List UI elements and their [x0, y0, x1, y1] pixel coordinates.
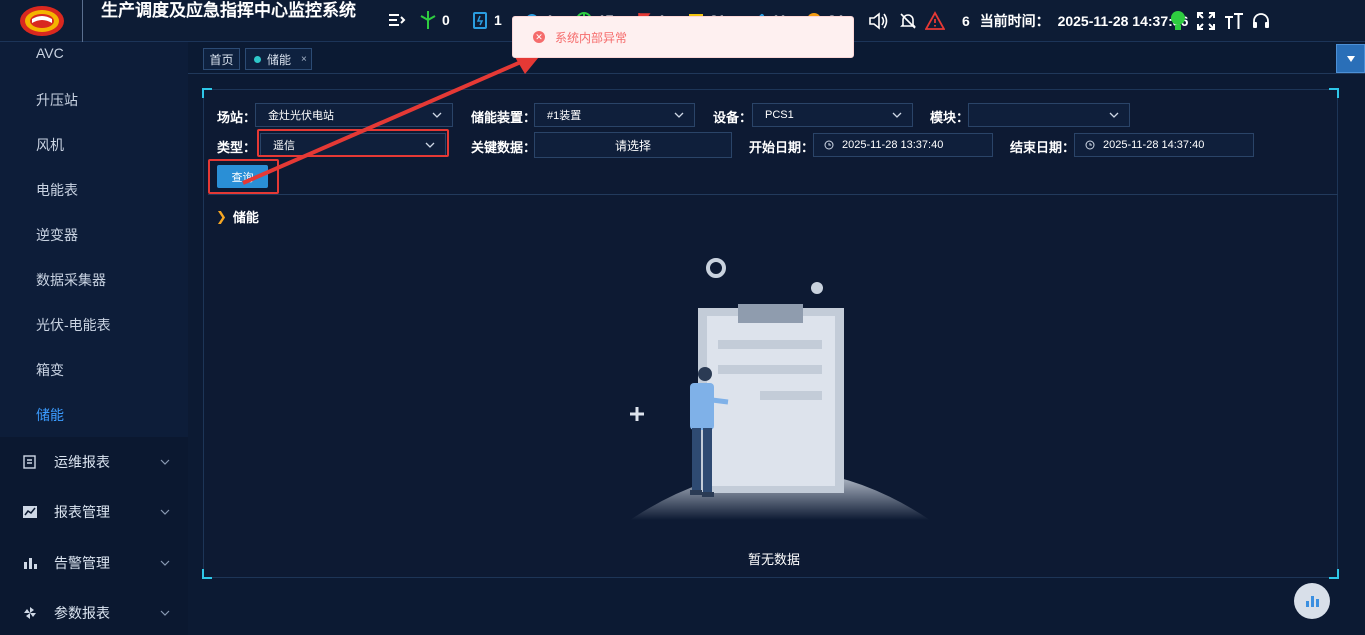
panel-corner — [1329, 88, 1339, 98]
section-title-text: 储能 — [232, 210, 259, 225]
empty-state-illustration — [630, 258, 930, 520]
clock-icon — [1085, 140, 1095, 150]
company-logo — [20, 6, 64, 36]
alarm-warning-icon[interactable] — [924, 10, 946, 32]
panel-corner — [1329, 569, 1339, 579]
sidebar-item-wind-turbine[interactable]: 风机 — [36, 135, 64, 155]
chevron-down-icon — [674, 112, 684, 118]
clock-icon — [824, 140, 834, 150]
font-size-icon[interactable] — [1223, 10, 1245, 32]
sidebar: AVC 升压站 风机 电能表 逆变器 数据采集器 光伏-电能表 箱变 储能 运维… — [0, 42, 188, 635]
section-title: ❯ 储能 — [216, 207, 259, 226]
sidebar-group-report-management[interactable]: 报表管理 — [0, 488, 188, 536]
query-highlight-box — [208, 159, 279, 194]
sidebar-item-pv-meter[interactable]: 光伏-电能表 — [36, 315, 111, 335]
sidebar-group-label: 告警管理 — [54, 555, 110, 571]
menu-list-icon — [389, 14, 406, 26]
document-icon — [23, 455, 36, 469]
sidebar-group-parameter-report[interactable]: 参数报表 — [0, 589, 188, 635]
divider — [208, 194, 1338, 195]
end-date-label: 结束日期： — [1010, 140, 1076, 155]
chevron-right-icon: ❯ — [216, 208, 227, 224]
fullscreen-icon[interactable] — [1195, 10, 1217, 32]
caret-down-icon — [1346, 55, 1355, 62]
storage-device-label: 储能装置： — [471, 110, 537, 125]
chevron-down-icon — [160, 610, 170, 616]
sidebar-item-energy-meter[interactable]: 电能表 — [36, 180, 78, 200]
battery-stat[interactable]: 1 — [470, 9, 502, 31]
sidebar-group-label: 报表管理 — [54, 504, 110, 520]
sidebar-item-avc[interactable]: AVC — [36, 45, 64, 61]
type-label: 类型： — [217, 140, 257, 155]
sidebar-group-label: 运维报表 — [54, 454, 110, 470]
end-date-picker[interactable]: 2025-11-28 14:37:40 — [1074, 133, 1254, 157]
current-time: 6 当前时间： 2025-11-28 14:37:36 — [962, 11, 1188, 31]
sidebar-group-alarm-management[interactable]: 告警管理 — [0, 539, 188, 587]
sidebar-item-data-collector[interactable]: 数据采集器 — [36, 270, 106, 290]
battery-count: 1 — [494, 12, 502, 28]
chevron-down-icon — [892, 112, 902, 118]
line-chart-icon — [23, 506, 37, 518]
tab-label: 储能 — [267, 52, 292, 67]
sidebar-item-energy-storage[interactable]: 储能 — [36, 405, 64, 425]
key-data-value: 请选择 — [614, 138, 651, 153]
end-date-value: 2025-11-28 14:37:40 — [1103, 139, 1205, 151]
device-value: PCS1 — [765, 109, 794, 121]
volume-icon[interactable] — [867, 10, 889, 32]
panel-corner — [202, 88, 212, 98]
chevron-down-icon — [160, 560, 170, 566]
type-highlight-box — [257, 129, 449, 157]
lightbulb-icon[interactable] — [1167, 10, 1189, 32]
alarm-count: 6 — [962, 13, 970, 29]
station-select[interactable]: 金灶光伏电站 — [255, 103, 453, 127]
module-label: 模块： — [930, 110, 970, 125]
toast-message: 系统内部异常 — [555, 30, 628, 45]
tab-energy-storage[interactable]: 储能 × — [245, 48, 312, 70]
wind-turbine-count: 0 — [442, 12, 450, 28]
station-label: 场站： — [217, 110, 257, 125]
sidebar-submenu: AVC 升压站 风机 电能表 逆变器 数据采集器 光伏-电能表 箱变 储能 — [0, 42, 188, 437]
storage-device-select[interactable]: #1装置 — [534, 103, 695, 127]
bar-chart-icon — [1306, 596, 1319, 607]
device-select[interactable]: PCS1 — [752, 103, 913, 127]
wind-turbine-stat[interactable]: 0 — [418, 9, 450, 31]
wind-turbine-icon — [420, 11, 436, 29]
start-date-picker[interactable]: 2025-11-28 13:37:40 — [813, 133, 993, 157]
tab-home[interactable]: 首页 — [203, 48, 240, 70]
menu-list-stat[interactable] — [386, 9, 406, 31]
sidebar-item-booster-station[interactable]: 升压站 — [36, 90, 78, 110]
tab-menu-button[interactable] — [1336, 44, 1365, 73]
pinwheel-icon — [24, 607, 36, 619]
chevron-down-icon — [160, 459, 170, 465]
panel-corner — [202, 569, 212, 579]
app-title: 生产调度及应急指挥中心监控系统 — [101, 1, 356, 20]
logo-divider — [82, 0, 83, 42]
bell-off-icon[interactable] — [897, 10, 919, 32]
bar-chart-icon — [24, 558, 37, 569]
sidebar-group-maintenance-report[interactable]: 运维报表 — [0, 438, 188, 486]
device-label: 设备： — [713, 110, 753, 125]
chevron-down-icon — [432, 112, 442, 118]
battery-storage-icon — [473, 12, 487, 29]
start-date-value: 2025-11-28 13:37:40 — [842, 139, 944, 151]
chevron-down-icon — [160, 509, 170, 515]
floating-chart-button[interactable] — [1294, 583, 1330, 619]
sidebar-group-label: 参数报表 — [54, 605, 110, 621]
close-icon[interactable]: × — [301, 54, 307, 65]
headset-icon[interactable] — [1250, 10, 1272, 32]
empty-state-text: 暂无数据 — [748, 552, 801, 567]
module-select[interactable] — [968, 103, 1130, 127]
start-date-label: 开始日期： — [749, 140, 815, 155]
key-data-select[interactable]: 请选择 — [534, 132, 732, 158]
sidebar-item-inverter[interactable]: 逆变器 — [36, 225, 78, 245]
error-toast: ✕ 系统内部异常 — [512, 16, 854, 58]
storage-device-value: #1装置 — [547, 110, 582, 122]
station-value: 金灶光伏电站 — [268, 110, 334, 122]
error-circle-icon: ✕ — [533, 31, 545, 43]
time-label: 当前时间： — [979, 13, 1050, 29]
key-data-label: 关键数据： — [471, 140, 537, 155]
active-dot-icon — [254, 55, 261, 63]
chevron-down-icon — [1109, 112, 1119, 118]
sidebar-item-box-transformer[interactable]: 箱变 — [36, 360, 64, 380]
